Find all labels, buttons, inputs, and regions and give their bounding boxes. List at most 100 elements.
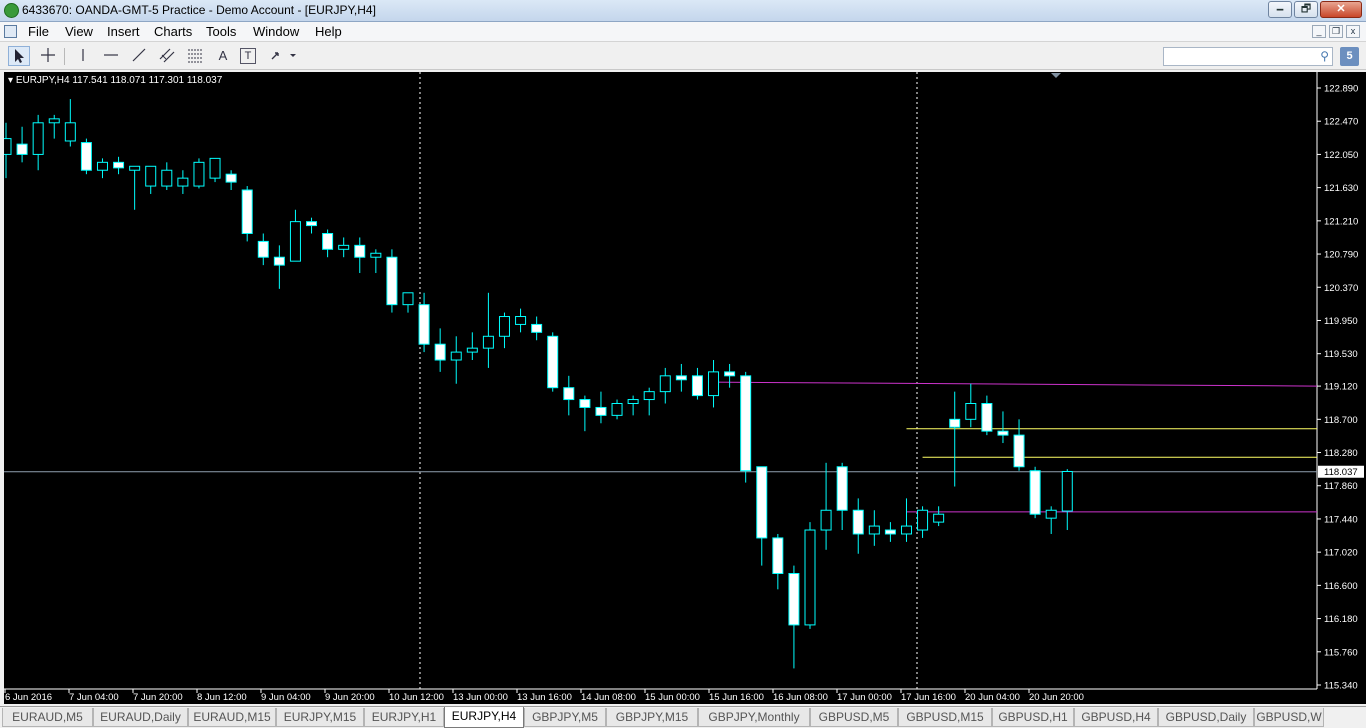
mdi-minimize-button[interactable]: _ [1312,25,1326,38]
window-title: 6433670: OANDA-GMT-5 Practice - Demo Acc… [22,3,376,17]
bull-candle-body [659,375,671,393]
chart-tab[interactable]: GBPUSD,Daily [1158,708,1254,727]
bear-candle-body [579,399,591,408]
notifications-icon[interactable]: 5 [1340,47,1359,66]
search-icon[interactable]: ⚲ [1320,49,1329,63]
bull-candle-body [627,399,639,405]
menu-help[interactable]: Help [315,24,342,39]
title-bar: 6433670: OANDA-GMT-5 Practice - Demo Acc… [0,0,1366,22]
fibonacci-icon[interactable] [184,46,206,66]
bear-candle-body [418,304,430,345]
chart-tab[interactable]: EURAUD,M15 [188,708,276,727]
candle [434,328,446,372]
candle [1045,506,1057,534]
chart-tab[interactable]: GBPUSD,H4 [1074,708,1158,727]
bull-candle-body [868,525,880,535]
bear-candle-body [836,466,848,511]
chart-tab[interactable]: EURAUD,Daily [93,708,188,727]
mdi-restore-button[interactable]: ❐ [1329,25,1343,38]
chart-area[interactable]: 122.890 122.470 122.050 121.630 121.210 120.7… [4,72,1366,704]
menu-tools[interactable]: Tools [206,24,236,39]
cursor-icon[interactable] [8,46,30,66]
price-tick-label: 116.180 [1324,614,1358,625]
bear-candle-body [80,142,92,171]
text-label-icon[interactable]: T [240,48,256,64]
time-tick-label: 15 Jun 00:00 [645,692,700,703]
maximize-button[interactable]: 🗗 [1294,1,1318,18]
horizontal-line-icon[interactable] [100,46,122,66]
chart-tab[interactable]: EURJPY,H4 [444,707,524,728]
menu-view[interactable]: View [65,24,93,39]
chart-tab[interactable]: GBPUSD,H1 [992,708,1074,727]
bear-candle-body [386,256,398,306]
time-tick-label: 16 Jun 08:00 [773,692,828,703]
price-tick-label: 119.530 [1324,349,1358,360]
bear-candle-body [547,335,559,389]
candle [338,237,350,258]
time-tick-label: 7 Jun 20:00 [133,692,183,703]
crosshair-icon[interactable] [37,46,59,66]
menu-bar: File View Insert Charts Tools Window Hel… [0,22,1366,42]
chart-tab[interactable]: EURJPY,H1 [364,708,444,727]
price-tick-label: 117.020 [1324,548,1358,559]
arrows-icon[interactable] [268,46,298,66]
menu-insert[interactable]: Insert [107,24,140,39]
equidistant-channel-icon[interactable] [156,46,178,66]
bear-candle-body [740,375,752,472]
bull-candle-body [611,403,623,416]
candle [659,367,671,404]
price-tick-label: 119.950 [1324,316,1358,327]
menu-charts[interactable]: Charts [154,24,192,39]
price-tick-label: 122.890 [1324,84,1358,95]
trendline-icon[interactable] [128,46,150,66]
mdi-close-button[interactable]: x [1346,25,1360,38]
time-tick-label: 13 Jun 16:00 [517,692,572,703]
chart-tab[interactable]: GBPJPY,M5 [524,708,606,727]
chart-tab[interactable]: GBPUSD,W [1254,708,1324,727]
candle [949,391,961,487]
bull-candle-body [4,138,12,155]
chart-tab[interactable]: GBPJPY,M15 [606,708,698,727]
candle [884,522,896,542]
candle [129,165,141,210]
price-tick-label: 115.340 [1324,681,1358,692]
minimize-button[interactable]: 🗕 [1268,1,1292,18]
candle [418,292,430,353]
bull-candle-body [965,403,977,420]
bull-candle-body [515,316,527,325]
chart-tab[interactable]: EURJPY,M15 [276,708,364,727]
candle [16,126,28,163]
candle [852,498,864,554]
price-tick-label: 120.790 [1324,250,1358,261]
bull-candle-body [209,157,221,179]
bear-candle-body [1029,470,1041,515]
bull-candle-body [1045,509,1057,519]
chart-tab[interactable]: GBPUSD,M15 [898,708,992,727]
chart-tab[interactable]: EURAUD,M5 [2,708,93,727]
candle [595,391,607,424]
candle [627,395,639,416]
candle [997,411,1009,444]
candle [177,170,189,194]
menu-window[interactable]: Window [253,24,299,39]
bull-candle-body [402,292,414,306]
price-chart[interactable]: 122.890 122.470 122.050 121.630 121.210 120.7… [4,72,1366,704]
candle [981,395,993,436]
close-button[interactable]: ✕ [1320,1,1362,18]
chart-tab[interactable]: GBPJPY,Monthly [698,708,810,727]
price-tick-label: 122.050 [1324,150,1358,161]
bear-candle-body [306,221,318,227]
chart-tab[interactable]: GBPUSD,M5 [810,708,898,727]
bear-candle-body [273,256,285,266]
candle [482,292,494,368]
candle [161,162,173,191]
vertical-line-icon[interactable] [72,46,94,66]
time-tick-label: 20 Jun 04:00 [965,692,1020,703]
collapse-triangle-icon[interactable]: ▾ [8,75,13,86]
text-icon[interactable]: A [212,46,234,66]
price-tick-label: 120.370 [1324,283,1358,294]
menu-file[interactable]: File [28,24,49,39]
candle [563,375,575,416]
search-input[interactable]: ⚲ [1163,47,1333,66]
document-icon[interactable] [4,25,17,38]
